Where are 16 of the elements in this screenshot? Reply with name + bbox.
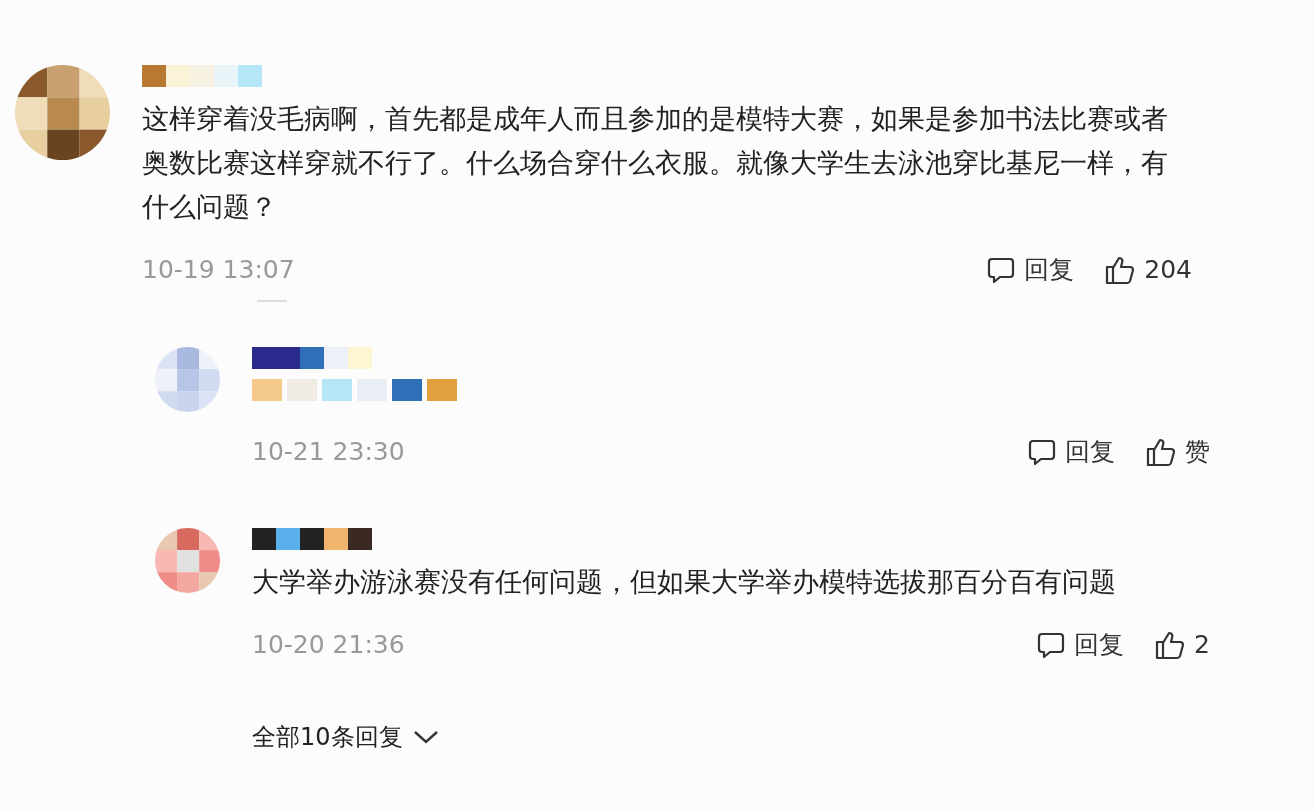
thumbs-up-icon (1154, 629, 1187, 660)
reply-button[interactable]: 回复 (1036, 628, 1125, 661)
thumbs-up-icon (1145, 436, 1177, 467)
timestamp: 10-21 23:30 (252, 437, 406, 466)
timestamp: 10-19 13:07 (142, 255, 296, 284)
like-button[interactable]: 204 (1104, 254, 1192, 285)
view-all-replies-link[interactable]: 全部10条回复 (252, 721, 439, 753)
reply-button[interactable]: 回复 (986, 253, 1075, 286)
like-button[interactable]: 2 (1154, 629, 1210, 660)
comment-text: 这样穿着没毛病啊，首先都是成年人而且参加的是模特大赛，如果是参加书法比赛或者奥数比赛这样穿就不行了。什么场合穿什么衣服。就像大学生去泳池穿比基尼一样，有什么问题？ (142, 102, 1169, 224)
thumbs-up-icon (1104, 254, 1137, 285)
reply-button[interactable]: 回复 (1027, 435, 1115, 468)
reply-text: 大学举办游泳赛没有任何问题，但如果大学举办模特选拔那百分百有问题 (252, 565, 1117, 599)
timestamp: 10-20 21:36 (252, 630, 406, 659)
chevron-down-icon (412, 729, 439, 745)
like-button[interactable]: 赞 (1145, 435, 1210, 468)
